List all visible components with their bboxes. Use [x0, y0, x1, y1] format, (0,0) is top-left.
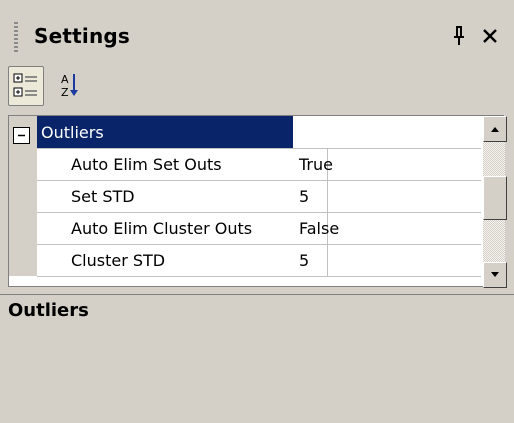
- vertical-scrollbar[interactable]: [483, 116, 507, 288]
- category-label: Outliers: [37, 116, 298, 149]
- property-row[interactable]: Auto Elim Cluster Outs False: [9, 212, 481, 245]
- property-row[interactable]: Set STD 5: [9, 180, 481, 213]
- property-value[interactable]: 5: [293, 180, 481, 213]
- categorized-view-button[interactable]: [8, 66, 44, 106]
- row-gutter: [9, 212, 37, 244]
- scroll-up-button[interactable]: [483, 116, 507, 142]
- close-button[interactable]: [478, 22, 504, 50]
- property-value[interactable]: True: [293, 148, 481, 181]
- arrow-down-icon: [491, 272, 499, 277]
- close-icon: [483, 29, 497, 43]
- row-gutter: [9, 116, 37, 148]
- scrollbar-thumb[interactable]: [483, 176, 507, 220]
- svg-text:A: A: [61, 73, 69, 86]
- category-value: [293, 116, 481, 149]
- scroll-down-button[interactable]: [483, 262, 507, 288]
- collapse-icon[interactable]: [13, 127, 30, 144]
- arrow-up-icon: [491, 127, 499, 132]
- property-value[interactable]: False: [293, 212, 481, 245]
- property-row[interactable]: Cluster STD 5: [9, 244, 481, 277]
- property-row[interactable]: Auto Elim Set Outs True: [9, 148, 481, 181]
- categorized-icon: [13, 73, 37, 97]
- row-gutter: [9, 148, 37, 180]
- grip-icon[interactable]: [14, 22, 18, 54]
- property-grid: Outliers Auto Elim Set Outs True Set STD…: [8, 115, 507, 288]
- property-value[interactable]: 5: [293, 244, 481, 277]
- property-name: Auto Elim Cluster Outs: [37, 212, 328, 245]
- description-title: Outliers: [8, 300, 89, 321]
- alphabetical-sort-button[interactable]: A Z: [52, 66, 88, 106]
- pin-button[interactable]: [448, 22, 472, 50]
- pin-icon: [454, 26, 464, 45]
- row-gutter: [9, 244, 37, 276]
- category-row-outliers[interactable]: Outliers: [9, 116, 481, 149]
- row-gutter: [9, 180, 37, 212]
- property-name: Cluster STD: [37, 244, 328, 277]
- sort-alphabetical-icon: A Z: [61, 73, 78, 99]
- panel-title: Settings: [34, 24, 131, 48]
- svg-text:Z: Z: [61, 86, 69, 99]
- property-name: Set STD: [37, 180, 328, 213]
- property-name: Auto Elim Set Outs: [37, 148, 328, 181]
